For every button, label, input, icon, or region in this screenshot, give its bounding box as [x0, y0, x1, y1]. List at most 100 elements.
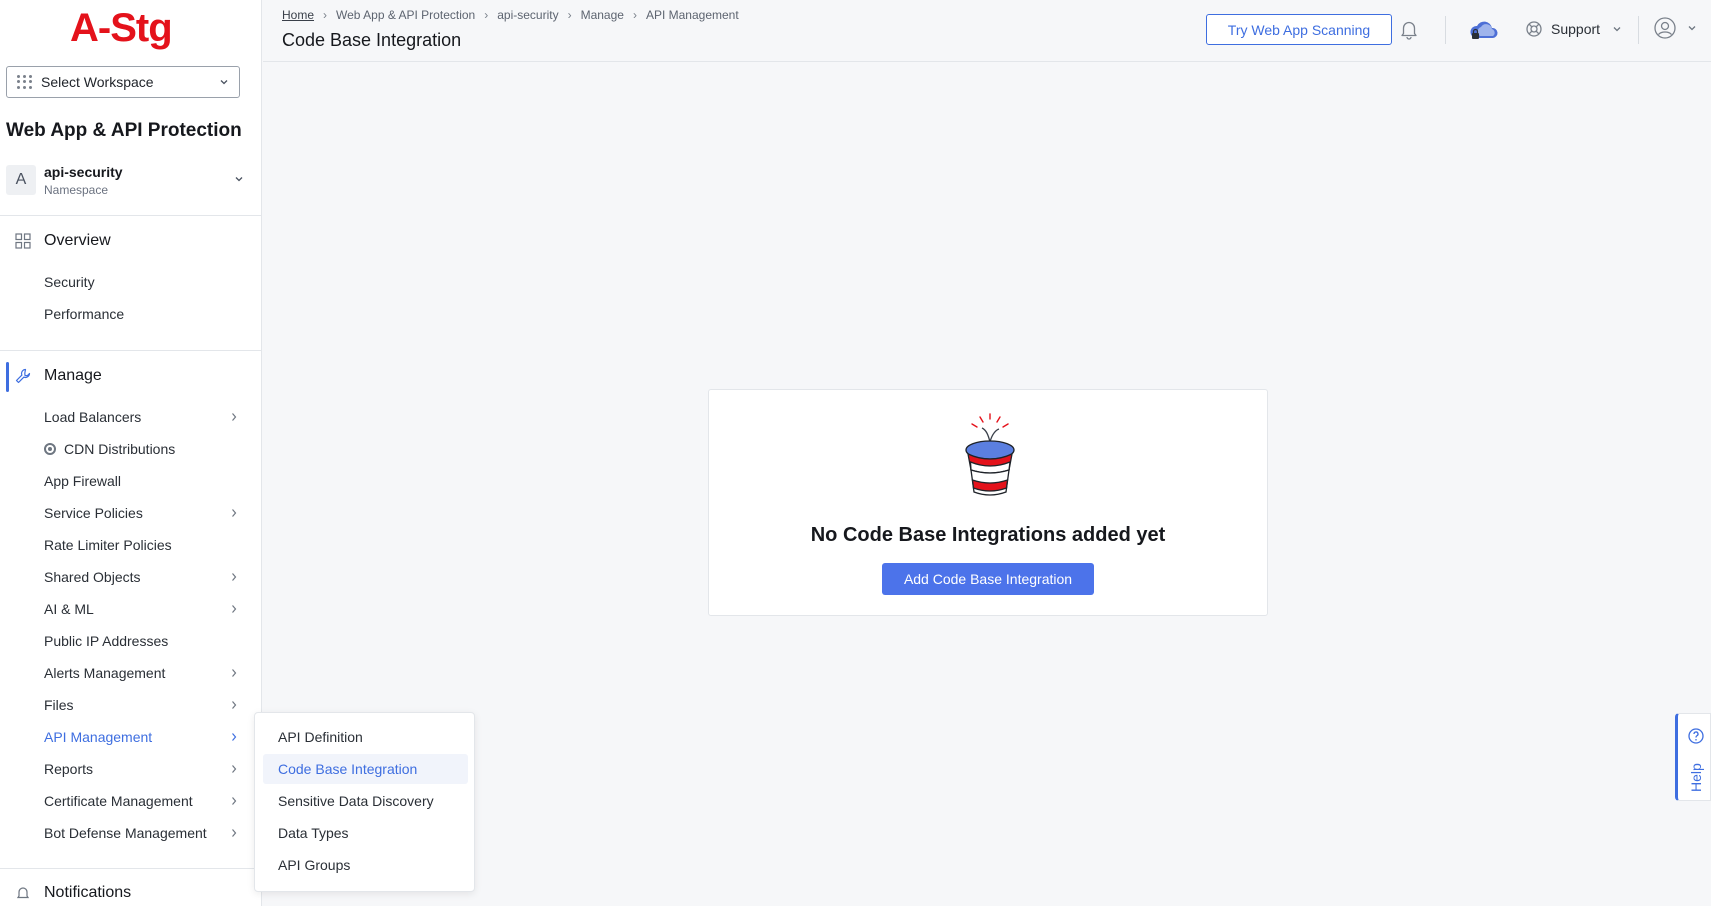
chevron-right-icon: [232, 669, 237, 677]
support-menu[interactable]: Support: [1525, 20, 1622, 38]
app-title: Web App & API Protection: [6, 120, 242, 141]
sidebar-section-label: Notifications: [44, 884, 132, 901]
wrench-icon: [14, 367, 32, 385]
sidebar-item-api-management[interactable]: API Management: [44, 727, 244, 747]
sidebar-item-label: Reports: [44, 761, 94, 777]
grid-icon: [17, 75, 33, 89]
top-header: Home › Web App & API Protection › api-se…: [263, 0, 1711, 62]
header-divider: [1445, 16, 1446, 44]
chevron-right-icon: ›: [567, 8, 572, 22]
sidebar-divider: [0, 350, 261, 351]
sidebar: A-Stg Select Workspace Web App & API Pro…: [0, 0, 262, 906]
sidebar-item-load-balancers[interactable]: Load Balancers: [44, 407, 244, 427]
breadcrumb-namespace: api-security: [497, 8, 559, 22]
empty-plant-pot-illustration: [965, 413, 1015, 496]
sidebar-item-service-policies[interactable]: Service Policies: [44, 503, 244, 523]
sidebar-item-app-firewall[interactable]: App Firewall: [44, 471, 244, 491]
namespace-sub-label: Namespace: [44, 183, 109, 197]
cloud-status-icon[interactable]: [1468, 14, 1500, 44]
breadcrumb-manage: Manage: [580, 8, 624, 22]
api-management-submenu: API Definition Code Base Integration Sen…: [254, 712, 475, 892]
sidebar-item-alerts-management[interactable]: Alerts Management: [44, 663, 244, 683]
page-title: Code Base Integration: [282, 30, 462, 50]
sidebar-item-ai-ml[interactable]: AI & ML: [44, 599, 244, 619]
sidebar-item-reports[interactable]: Reports: [44, 759, 244, 779]
sidebar-item-label: Files: [44, 697, 74, 713]
support-label: Support: [1551, 21, 1601, 37]
sidebar-item-security[interactable]: Security: [44, 272, 244, 292]
sidebar-item-label: Rate Limiter Policies: [44, 537, 172, 553]
submenu-item-api-definition[interactable]: API Definition: [263, 722, 468, 752]
sidebar-section-notifications[interactable]: Notifications: [14, 884, 131, 902]
chevron-right-icon: [232, 797, 237, 805]
cdn-icon: [44, 443, 56, 455]
empty-state-card: No Code Base Integrations added yet Add …: [708, 389, 1268, 616]
chevron-down-icon: [220, 80, 228, 85]
sidebar-item-label: API Management: [44, 729, 153, 745]
chevron-right-icon: [232, 573, 237, 581]
sidebar-item-label: Bot Defense Management: [44, 825, 207, 841]
help-question-icon: [1688, 728, 1704, 744]
help-label: Help: [1688, 763, 1704, 792]
sidebar-section-manage[interactable]: Manage: [14, 367, 102, 385]
user-avatar-icon: [1654, 17, 1676, 39]
overview-grid-icon: [14, 232, 32, 250]
sidebar-section-label: Manage: [44, 367, 102, 384]
sidebar-item-label: Public IP Addresses: [44, 633, 169, 649]
workspace-select-label: Select Workspace: [41, 74, 154, 90]
sidebar-item-label: Performance: [44, 306, 125, 322]
breadcrumb-api-management: API Management: [645, 8, 739, 22]
chevron-right-icon: [232, 829, 237, 837]
sidebar-item-label: App Firewall: [44, 473, 122, 489]
sidebar-section-overview[interactable]: Overview: [14, 232, 111, 250]
chevron-down-icon: [1688, 26, 1696, 31]
user-menu[interactable]: [1653, 16, 1697, 40]
chevron-down-icon: [235, 177, 243, 182]
sidebar-item-label: Alerts Management: [44, 665, 166, 681]
sidebar-item-rate-limiter-policies[interactable]: Rate Limiter Policies: [44, 535, 244, 555]
sidebar-item-label: Security: [44, 274, 95, 290]
sidebar-item-label: AI & ML: [44, 601, 94, 617]
help-tab[interactable]: Help: [1675, 713, 1711, 801]
workspace-select[interactable]: Select Workspace: [6, 66, 240, 98]
sidebar-item-label: Load Balancers: [44, 409, 142, 425]
sidebar-item-certificate-management[interactable]: Certificate Management: [44, 791, 244, 811]
add-code-base-integration-button[interactable]: Add Code Base Integration: [882, 563, 1094, 595]
brand-logo[interactable]: A-Stg: [70, 6, 173, 51]
sidebar-divider: [0, 868, 261, 869]
chevron-right-icon: [232, 701, 237, 709]
chevron-right-icon: [232, 509, 237, 517]
submenu-item-code-base-integration[interactable]: Code Base Integration: [263, 754, 468, 784]
sidebar-item-cdn-distributions[interactable]: CDN Distributions: [44, 439, 244, 459]
sidebar-item-label: Certificate Management: [44, 793, 193, 809]
bell-outline-icon: [14, 884, 32, 902]
chevron-right-icon: ›: [632, 8, 637, 22]
sidebar-section-label: Overview: [44, 232, 111, 249]
chevron-right-icon: ›: [484, 8, 489, 22]
sidebar-item-bot-defense-management[interactable]: Bot Defense Management: [44, 823, 244, 843]
sidebar-item-label: CDN Distributions: [64, 441, 176, 457]
chevron-right-icon: ›: [323, 8, 328, 22]
sidebar-item-public-ip-addresses[interactable]: Public IP Addresses: [44, 631, 244, 651]
sidebar-item-files[interactable]: Files: [44, 695, 244, 715]
submenu-item-api-groups[interactable]: API Groups: [263, 850, 468, 880]
active-section-indicator: [6, 362, 9, 392]
chevron-right-icon: [232, 413, 237, 421]
submenu-item-sensitive-data-discovery[interactable]: Sensitive Data Discovery: [263, 786, 468, 816]
sidebar-item-label: Shared Objects: [44, 569, 141, 585]
namespace-avatar: A: [6, 165, 36, 195]
chevron-down-icon: [1613, 27, 1621, 32]
breadcrumb: Home › Web App & API Protection › api-se…: [282, 8, 739, 22]
sidebar-item-label: Service Policies: [44, 505, 143, 521]
try-web-app-scanning-button[interactable]: Try Web App Scanning: [1206, 14, 1392, 45]
breadcrumb-home[interactable]: Home: [282, 8, 314, 22]
submenu-item-data-types[interactable]: Data Types: [263, 818, 468, 848]
chevron-right-icon: [232, 605, 237, 613]
namespace-selector[interactable]: A api-security Namespace: [6, 162, 250, 202]
chevron-right-icon: [232, 733, 237, 741]
bell-icon[interactable]: [1398, 18, 1420, 40]
support-lifebuoy-icon: [1526, 21, 1542, 37]
sidebar-item-performance[interactable]: Performance: [44, 304, 244, 324]
sidebar-item-shared-objects[interactable]: Shared Objects: [44, 567, 244, 587]
header-divider: [1638, 16, 1639, 44]
